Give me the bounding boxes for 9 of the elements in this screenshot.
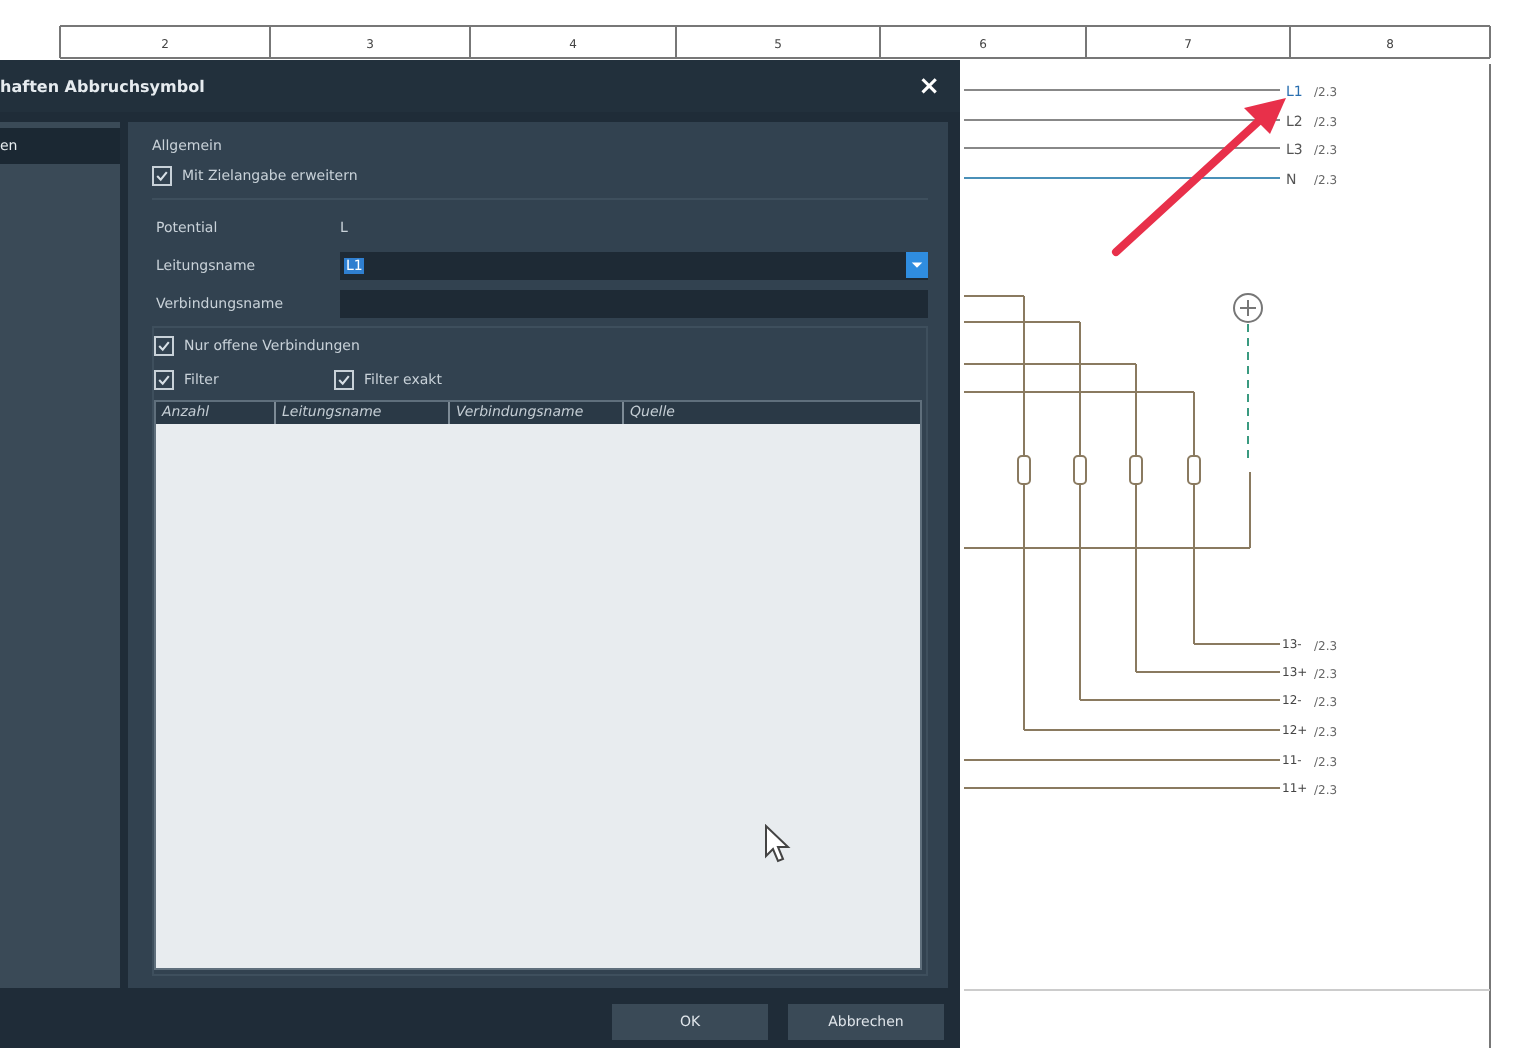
connection-name-field[interactable]	[340, 289, 928, 317]
mouse-pointer-icon	[764, 824, 792, 864]
checkbox[interactable]	[154, 370, 174, 390]
close-button[interactable]: ×	[910, 71, 948, 101]
arrow-icon	[1112, 98, 1286, 256]
checkbox[interactable]	[152, 166, 172, 186]
window-title: haften Abbruchsymbol	[0, 77, 205, 95]
checkbox[interactable]	[154, 336, 174, 356]
checkbox[interactable]	[334, 370, 354, 390]
